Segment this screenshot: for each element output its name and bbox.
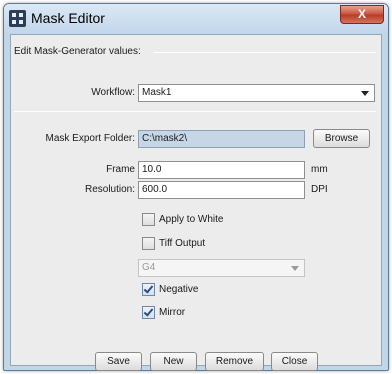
checkmark-icon xyxy=(143,283,154,294)
resolution-value: 600.0 xyxy=(142,184,168,195)
workflow-label: Workflow: xyxy=(91,87,135,98)
section-divider xyxy=(14,111,376,112)
export-folder-value: C:\mask2\ xyxy=(142,133,188,144)
resolution-label: Resolution: xyxy=(84,184,135,195)
checkbox-box xyxy=(142,213,155,226)
compression-select[interactable]: G4 xyxy=(138,259,305,277)
section-header: Edit Mask-Generator values: xyxy=(14,46,141,57)
checkbox-box xyxy=(142,283,155,296)
tiff-output-label: Tiff Output xyxy=(159,238,206,249)
apply-to-white-checkbox[interactable]: Apply to White xyxy=(142,212,252,228)
resolution-field[interactable]: 600.0 xyxy=(138,181,305,199)
mirror-checkbox[interactable]: Mirror xyxy=(142,305,232,321)
close-window-button[interactable]: X xyxy=(340,5,384,24)
workflow-select-value: Mask1 xyxy=(142,87,172,98)
save-button[interactable]: Save xyxy=(95,352,142,371)
checkbox-box xyxy=(142,306,155,319)
frame-unit: mm xyxy=(311,164,328,175)
dialog-body: Edit Mask-Generator values: Workflow: Ma… xyxy=(10,34,382,371)
remove-button[interactable]: Remove xyxy=(205,352,264,371)
negative-label: Negative xyxy=(159,284,199,295)
title-bar[interactable]: Mask Editor X xyxy=(4,4,388,34)
resolution-unit: DPI xyxy=(311,184,328,195)
mask-editor-window: Mask Editor X Edit Mask-Generator values… xyxy=(3,3,389,371)
export-folder-label: Mask Export Folder: xyxy=(45,133,135,144)
workflow-select[interactable]: Mask1 xyxy=(138,84,375,102)
close-icon: X xyxy=(357,7,366,21)
compression-select-value: G4 xyxy=(142,262,156,273)
apply-to-white-label: Apply to White xyxy=(159,214,224,225)
checkbox-box xyxy=(142,237,155,250)
mirror-label: Mirror xyxy=(159,307,186,318)
new-button[interactable]: New xyxy=(150,352,197,371)
section-header-rule xyxy=(154,52,376,53)
negative-checkbox[interactable]: Negative xyxy=(142,282,232,298)
chevron-down-icon xyxy=(361,91,369,96)
frame-field[interactable]: 10.0 xyxy=(138,161,305,179)
frame-label: Frame xyxy=(106,164,135,175)
checkmark-icon xyxy=(143,306,154,317)
window-title: Mask Editor xyxy=(31,10,105,26)
app-icon xyxy=(9,10,26,27)
export-folder-field[interactable]: C:\mask2\ xyxy=(138,130,305,148)
tiff-output-checkbox[interactable]: Tiff Output xyxy=(142,236,242,252)
frame-value: 10.0 xyxy=(142,164,162,175)
chevron-down-icon xyxy=(291,266,299,271)
close-button[interactable]: Close xyxy=(271,352,318,371)
browse-button[interactable]: Browse xyxy=(313,129,370,148)
